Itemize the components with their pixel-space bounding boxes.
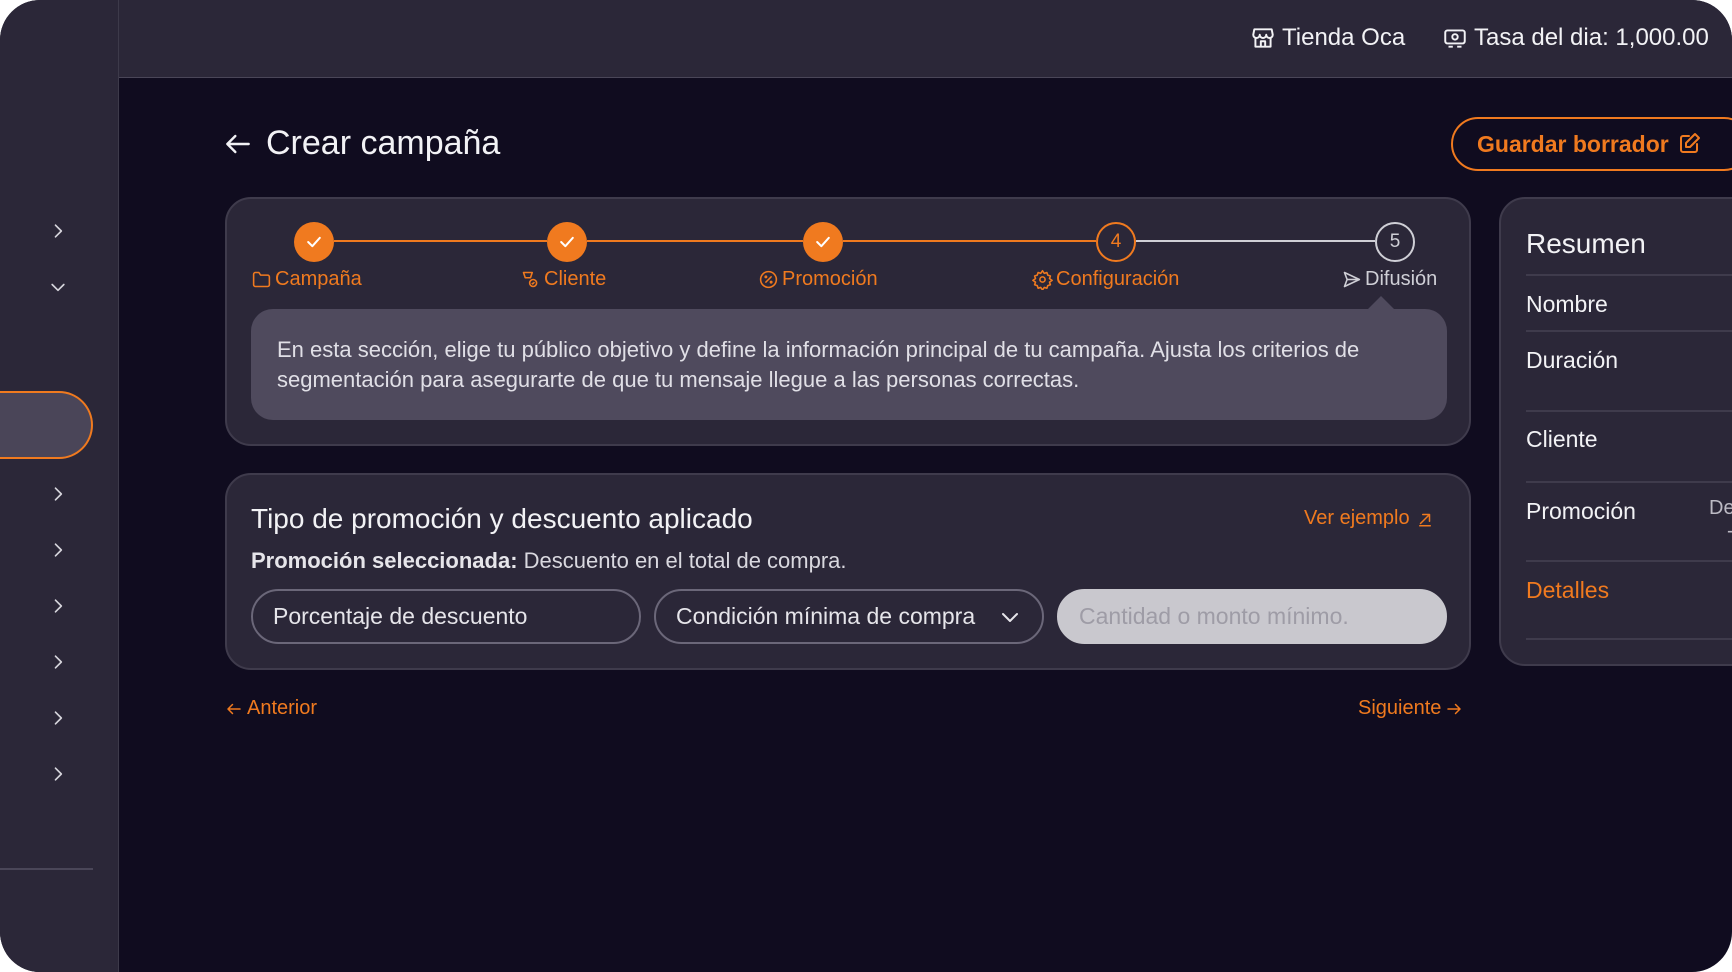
sidebar-expand-3[interactable]: [38, 474, 78, 514]
step-label-campana[interactable]: Campaña: [251, 268, 362, 291]
next-link[interactable]: Siguiente: [1358, 697, 1463, 720]
summary-divider: [1526, 481, 1732, 483]
arrow-right-icon: [1447, 703, 1462, 714]
exchange-rate: Tasa del dia: 1,000.00: [1442, 24, 1709, 52]
step-3-circle[interactable]: [803, 222, 843, 262]
page-title: Crear campaña: [266, 124, 501, 162]
summary-row-client: Cliente: [1526, 426, 1598, 452]
see-example-label: Ver ejemplo: [1304, 507, 1410, 529]
folder-icon: [252, 271, 271, 288]
summary-divider: [1526, 274, 1732, 276]
exchange-rate-text: Tasa del dia: 1,000.00: [1474, 24, 1709, 51]
discount-percentage-placeholder: Porcentaje de descuento: [273, 603, 528, 629]
sidebar: [0, 0, 119, 972]
promo-selected-value: Descuento en el total de compra.: [523, 548, 847, 573]
sidebar-divider: [0, 868, 93, 870]
step-label-text: Cliente: [544, 268, 607, 290]
step-description: En esta sección, elige tu público objeti…: [251, 309, 1447, 420]
summary-divider: [1526, 330, 1732, 332]
minimum-condition-select[interactable]: Condición mínima de compra: [654, 589, 1044, 644]
chevron-right-icon: [54, 224, 63, 238]
step-connector-1: [334, 240, 547, 242]
promo-selected: Promoción seleccionada: Descuento en el …: [251, 548, 847, 574]
discount-percentage-input[interactable]: Porcentaje de descuento: [251, 589, 641, 644]
save-draft-button[interactable]: Guardar borrador: [1451, 117, 1732, 171]
store-name: Tienda Oca: [1282, 24, 1406, 51]
sidebar-expand-4[interactable]: [38, 530, 78, 570]
summary-divider: [1526, 410, 1732, 412]
chevron-down-icon: [1002, 612, 1018, 622]
check-icon: [816, 236, 830, 248]
summary-row-promotion: Promoción: [1526, 498, 1636, 524]
step-label-text: Campaña: [275, 268, 362, 290]
chevron-down-icon: [51, 283, 65, 292]
check-icon: [560, 236, 574, 248]
send-icon: [1343, 271, 1361, 288]
summary-row-duration: Duración: [1526, 347, 1619, 373]
step-connector-3: [843, 240, 1096, 242]
step-label-text: Difusión: [1365, 268, 1438, 290]
step-label-promocion[interactable]: Promoción: [758, 268, 878, 291]
store-selector[interactable]: Tienda Oca: [1250, 24, 1405, 52]
sidebar-expand-2[interactable]: [38, 267, 78, 307]
step-connector-4: [1136, 240, 1375, 242]
info-box-pointer: [1367, 296, 1395, 310]
minimum-amount-input[interactable]: Cantidad o monto mínimo.: [1057, 589, 1447, 644]
promo-title: Tipo de promoción y descuento aplicado: [251, 503, 753, 534]
chevron-right-icon: [54, 655, 63, 669]
step-label-difusion[interactable]: Difusión: [1341, 268, 1437, 291]
percent-badge-icon: [759, 270, 778, 289]
store-icon: [1252, 28, 1274, 48]
promo-selected-label: Promoción seleccionada:: [251, 548, 518, 573]
gear-icon: [1032, 269, 1053, 290]
edit-icon: [1679, 133, 1700, 153]
summary-title: Resumen: [1526, 228, 1646, 259]
step-connector-2: [587, 240, 803, 242]
arrow-left-icon: [227, 703, 241, 714]
step-label-text: Promoción: [782, 268, 878, 290]
sidebar-expand-1[interactable]: [38, 211, 78, 251]
step-label-text: Configuración: [1056, 268, 1180, 290]
sidebar-expand-8[interactable]: [38, 754, 78, 794]
minimum-amount-placeholder: Cantidad o monto mínimo.: [1079, 603, 1349, 629]
sidebar-expand-6[interactable]: [38, 642, 78, 682]
app-frame: Tienda Oca Tasa del dia: 1,000.00 Crear …: [0, 0, 1732, 972]
step-4-circle[interactable]: 4: [1096, 222, 1136, 262]
external-arrow-icon: [1418, 513, 1431, 526]
chevron-right-icon: [54, 599, 63, 613]
summary-promotion-value-2: -: [1727, 520, 1732, 543]
previous-label: Anterior: [247, 697, 318, 719]
summary-divider: [1526, 638, 1732, 640]
chevron-right-icon: [54, 711, 63, 725]
sidebar-item-active[interactable]: [0, 391, 93, 459]
summary-divider: [1526, 560, 1732, 562]
step-label-configuracion[interactable]: Configuración: [1032, 268, 1179, 291]
user-heart-icon: [522, 271, 538, 288]
step-5-circle[interactable]: 5: [1375, 222, 1415, 262]
chevron-right-icon: [54, 543, 63, 557]
summary-details-link[interactable]: Detalles: [1526, 577, 1609, 604]
save-draft-label: Guardar borrador: [1477, 130, 1669, 157]
sidebar-expand-5[interactable]: [38, 586, 78, 626]
previous-link[interactable]: Anterior: [225, 697, 317, 720]
minimum-condition-value: Condición mínima de compra: [676, 603, 976, 629]
check-icon: [307, 236, 321, 248]
chevron-right-icon: [54, 487, 63, 501]
step-2-circle[interactable]: [547, 222, 587, 262]
back-arrow-icon[interactable]: [222, 128, 254, 160]
summary-promotion-value: De: [1709, 497, 1732, 519]
step-1-circle[interactable]: [294, 222, 334, 262]
exchange-rate-icon: [1444, 29, 1466, 48]
summary-row-name: Nombre: [1526, 291, 1608, 317]
chevron-right-icon: [54, 767, 63, 781]
next-label: Siguiente: [1358, 697, 1442, 719]
see-example-link[interactable]: Ver ejemplo: [1304, 507, 1434, 530]
step-label-cliente[interactable]: Cliente: [520, 268, 606, 291]
sidebar-expand-7[interactable]: [38, 698, 78, 738]
